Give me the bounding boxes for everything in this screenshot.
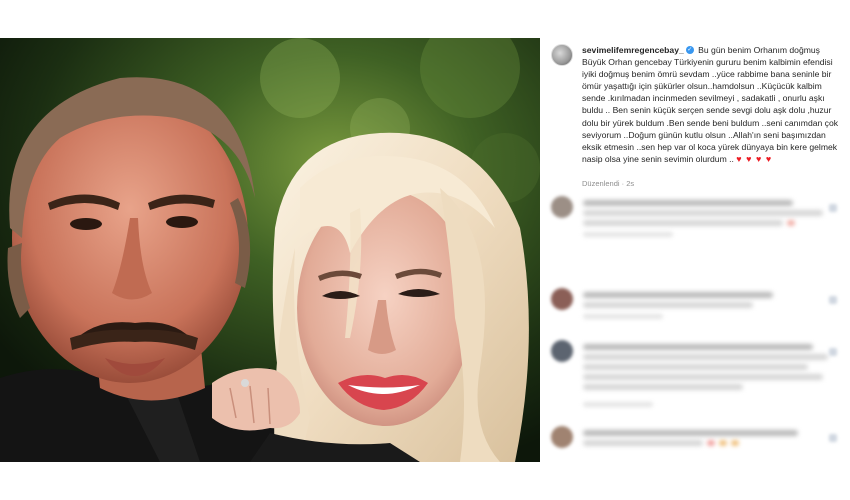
heart-emojis: ♥ ♥ ♥ ♥: [736, 153, 773, 164]
comment-text-blurred: [583, 354, 828, 360]
comment-text-blurred: [583, 384, 743, 390]
verified-badge-icon: ✓: [685, 46, 694, 55]
like-heart-icon[interactable]: [829, 296, 837, 304]
commenter-avatar[interactable]: [551, 196, 573, 218]
comment-item: [549, 426, 845, 462]
post-photo[interactable]: [0, 38, 540, 462]
comment-text-blurred: [583, 344, 813, 350]
comment-meta-blurred: [583, 402, 653, 407]
post-panel: sevimelifemregencebay_ ✓ Bu gün benim Orh…: [545, 38, 850, 462]
comment-text-blurred: [583, 210, 823, 216]
like-heart-icon[interactable]: [829, 434, 837, 442]
emoji-blurred: [707, 440, 715, 446]
emoji-blurred: [787, 220, 795, 226]
emoji-blurred: [719, 440, 727, 446]
comment-text-blurred: [583, 430, 798, 436]
comment-text-blurred: [583, 374, 823, 380]
commenter-avatar[interactable]: [551, 426, 573, 448]
commenter-avatar[interactable]: [551, 340, 573, 362]
comment-meta-blurred: [583, 232, 673, 237]
caption-text: Bu gün benim Orhanım doğmuş Büyük Orhan …: [582, 45, 839, 164]
comment-item: [549, 288, 845, 332]
author-username[interactable]: sevimelifemregencebay_: [582, 45, 684, 55]
author-avatar[interactable]: [551, 44, 573, 66]
comment-text-blurred: [583, 200, 793, 206]
comment-text-blurred: [583, 364, 808, 370]
comment-meta-blurred: [583, 314, 663, 319]
comment-text-blurred: [583, 302, 753, 308]
comment-item: [549, 196, 845, 240]
comment-text-blurred: [583, 292, 773, 298]
comment-text-blurred: [583, 440, 703, 446]
edited-timestamp[interactable]: Düzenlendi · 2s: [582, 179, 634, 188]
like-heart-icon[interactable]: [829, 204, 837, 212]
like-heart-icon[interactable]: [829, 348, 837, 356]
commenter-avatar[interactable]: [551, 288, 573, 310]
couple-photo: [0, 38, 540, 462]
post-caption: sevimelifemregencebay_ ✓ Bu gün benim Orh…: [582, 44, 844, 165]
emoji-blurred: [731, 440, 739, 446]
comment-text-blurred: [583, 220, 783, 226]
comment-item: [549, 340, 845, 420]
